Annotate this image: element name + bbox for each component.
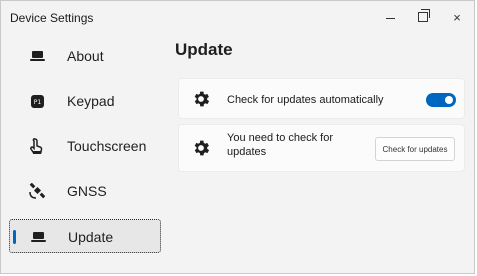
restore-icon — [418, 9, 430, 22]
close-icon: × — [453, 9, 461, 25]
close-button[interactable]: × — [443, 7, 471, 27]
gear-icon — [194, 140, 210, 156]
sidebar-item-label: Update — [68, 229, 114, 245]
keypad-icon: P1 — [29, 93, 45, 109]
laptop-icon — [30, 229, 46, 245]
auto-update-card: Check for updates automatically — [178, 78, 465, 119]
sidebar-item-touchscreen[interactable]: Touchscreen — [9, 129, 161, 163]
satellite-icon — [29, 183, 45, 199]
gear-icon — [194, 91, 210, 107]
manual-update-card: You need to check for updates Check for … — [178, 124, 465, 172]
minimize-button[interactable] — [376, 7, 404, 27]
auto-update-label: Check for updates automatically — [227, 94, 384, 106]
sidebar-item-about[interactable]: About — [9, 39, 161, 73]
sidebar-item-label: About — [67, 48, 104, 64]
restore-button[interactable] — [409, 7, 437, 27]
sidebar-item-label: Touchscreen — [67, 138, 147, 154]
sidebar-nav: About P1 Keypad Touchscreen GNSS Update — [9, 39, 161, 264]
manual-update-label: You need to check for updates — [227, 132, 334, 158]
svg-text:P1: P1 — [33, 99, 41, 106]
minimize-icon — [385, 17, 395, 19]
laptop-icon — [29, 48, 45, 64]
sidebar-item-keypad[interactable]: P1 Keypad — [9, 84, 161, 118]
touch-icon — [29, 138, 45, 154]
check-for-updates-button[interactable]: Check for updates — [375, 137, 455, 161]
sidebar-item-gnss[interactable]: GNSS — [9, 174, 161, 208]
selection-indicator — [13, 230, 16, 244]
page-title: Update — [175, 40, 233, 59]
settings-window: Device Settings × About P1 Keypad Touchs… — [0, 0, 475, 274]
title-bar: Device Settings × — [1, 1, 474, 33]
window-title: Device Settings — [10, 11, 94, 25]
sidebar-item-update[interactable]: Update — [9, 219, 161, 253]
main-content: Update Check for updates automatically Y… — [173, 37, 466, 172]
auto-update-toggle[interactable] — [426, 93, 456, 107]
sidebar-item-label: GNSS — [67, 183, 107, 199]
toggle-knob — [445, 96, 453, 104]
sidebar-item-label: Keypad — [67, 93, 115, 109]
